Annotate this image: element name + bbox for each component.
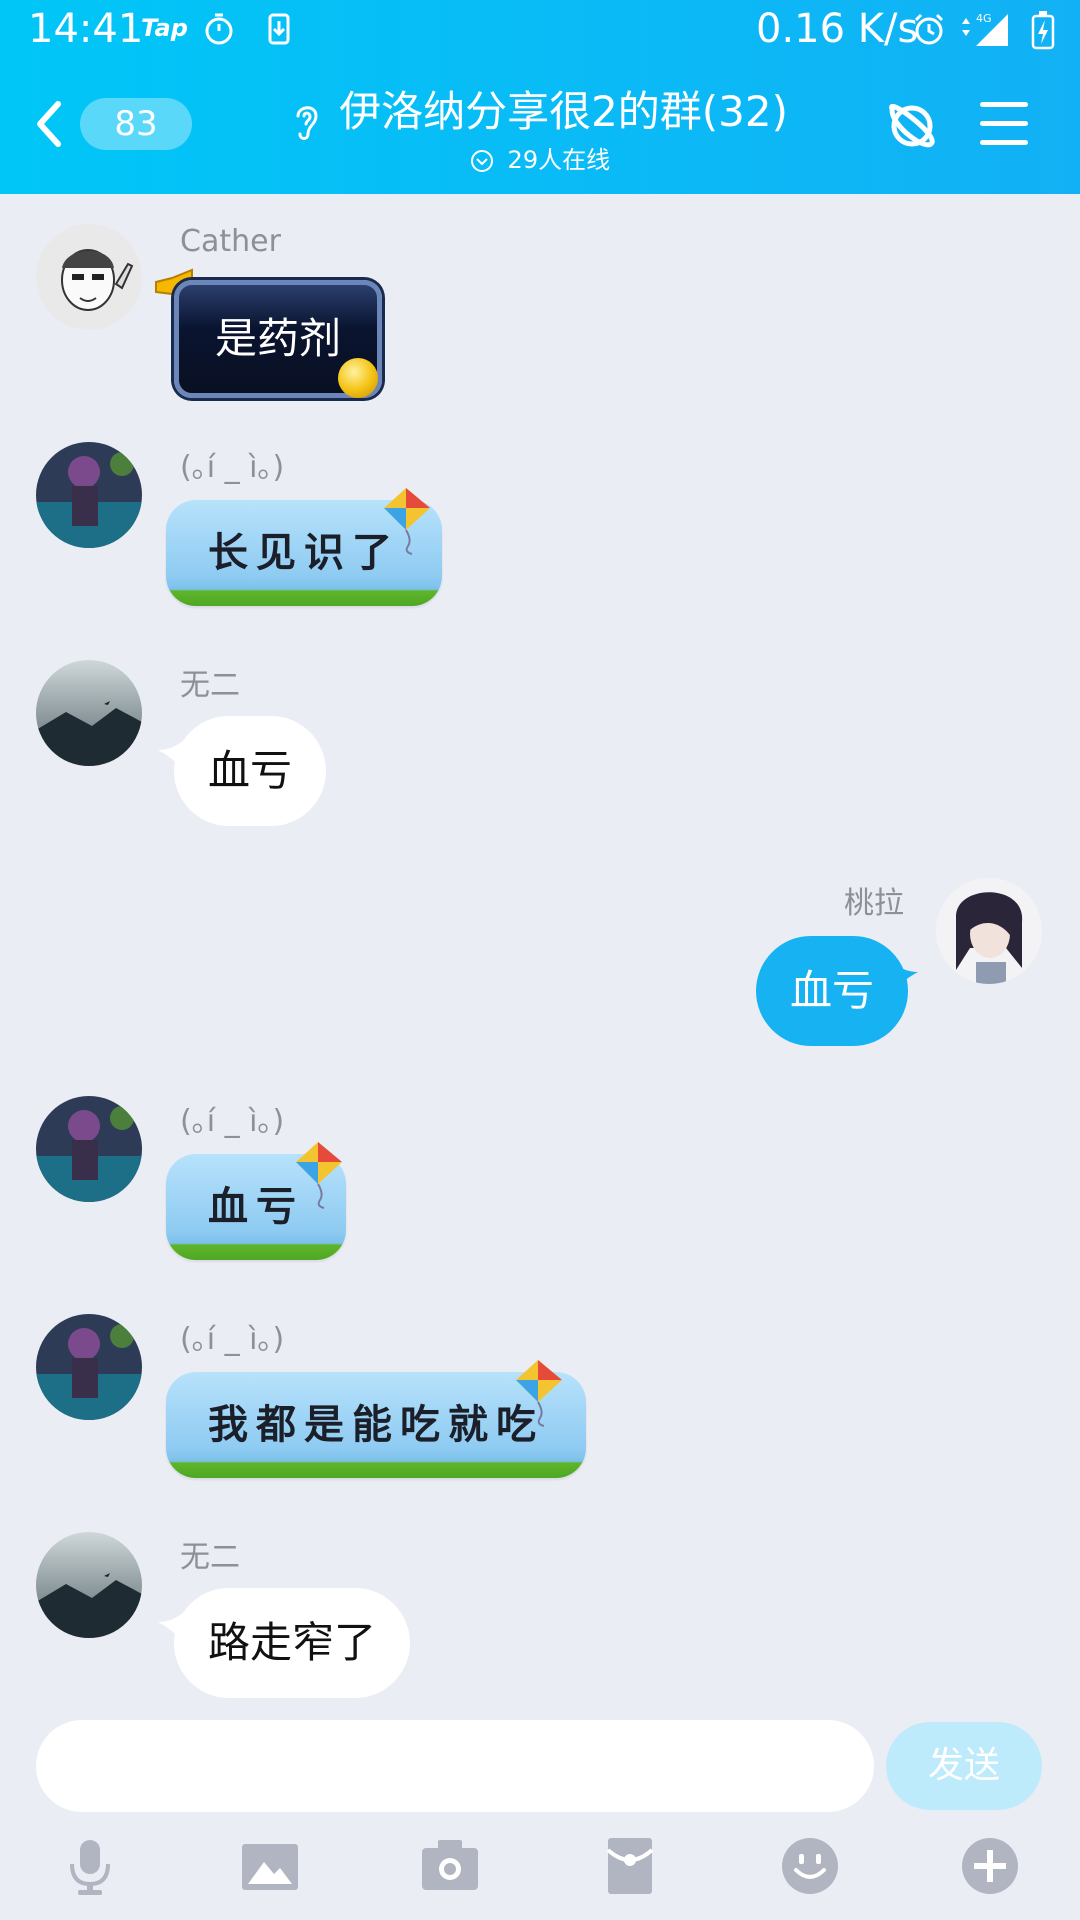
chat-header: 14:41 Tap 0.16 K/s 4G 83 伊洛纳分享很2的群(32) 2… [0,0,1080,194]
sender-name: (｡í _ ì｡) [180,1322,285,1357]
sender-name: 桃拉 [844,886,904,921]
menu-button[interactable] [980,102,1028,146]
tap-app-icon: Tap [141,14,188,42]
signal-icon: 4G [962,12,1008,46]
avatar[interactable] [36,660,142,766]
menu-line [980,140,1028,145]
kite-icon [384,488,430,555]
planet-icon [889,104,935,148]
kite-icon [296,1142,342,1209]
avatar[interactable] [36,442,142,548]
send-button[interactable]: 发送 [886,1722,1042,1810]
online-count: 29人在线 [507,145,611,174]
sender-name: Cather [180,224,281,259]
nav-bar: 83 伊洛纳分享很2的群(32) 29人在线 [0,64,1080,194]
battery-icon [1031,11,1055,50]
message-input[interactable] [36,1720,874,1812]
avatar-anime-photo [36,442,142,548]
back-button[interactable]: 83 [30,94,192,154]
network-speed: 0.16 K/s [756,6,919,52]
chevron-down-circle-icon [470,149,493,172]
avatar-misty-mountain [36,1532,142,1638]
ear-icon [296,105,318,140]
online-status: 29人在线 [240,144,840,176]
alarm-icon [914,13,944,45]
avatar[interactable] [36,224,142,330]
clock: 14:41 [28,6,144,52]
avatar[interactable] [36,1096,142,1202]
menu-line [980,102,1028,107]
soccer-ball-icon [338,358,378,398]
avatar-anime-photo [36,1314,142,1420]
avatar-anime-boy [936,878,1042,984]
message-bubble[interactable]: 路走窄了 [174,1588,411,1698]
composer-toolbar [0,1830,1080,1920]
unread-count-badge: 83 [80,98,192,150]
image-icon[interactable] [240,1836,300,1896]
message-bubble[interactable]: 血亏 [174,716,327,826]
stopwatch-icon [205,13,233,45]
message-bubble[interactable]: 血亏 [755,936,908,1046]
menu-line [980,121,1028,126]
bubble-tail [892,962,918,992]
avatar[interactable] [936,878,1042,984]
emoji-icon[interactable] [780,1836,840,1896]
avatar[interactable] [36,1532,142,1638]
kite-icon [516,1360,562,1427]
chevron-left-icon [37,101,61,147]
sender-name: (｡í _ ì｡) [180,1104,285,1139]
composer: 发送 [0,1714,1080,1814]
status-bar: 14:41 Tap 0.16 K/s 4G [0,0,1080,64]
microphone-icon[interactable] [60,1836,120,1896]
sender-name: 无二 [180,668,240,703]
camera-icon[interactable] [420,1836,480,1896]
sender-name: (｡í _ ì｡) [180,450,285,485]
download-icon [268,13,290,45]
svg-text:4G: 4G [976,12,992,25]
sender-name: 无二 [180,1540,240,1575]
red-packet-icon[interactable] [600,1836,660,1896]
group-title: 伊洛纳分享很2的群(32) [339,87,789,136]
plus-icon[interactable] [960,1836,1020,1896]
group-planet-button[interactable] [884,98,940,154]
title-block[interactable]: 伊洛纳分享很2的群(32) 29人在线 [240,82,840,192]
avatar-anime-photo [36,1096,142,1202]
avatar[interactable] [36,1314,142,1420]
avatar-misty-mountain [36,660,142,766]
avatar-sketch-face [36,224,142,330]
